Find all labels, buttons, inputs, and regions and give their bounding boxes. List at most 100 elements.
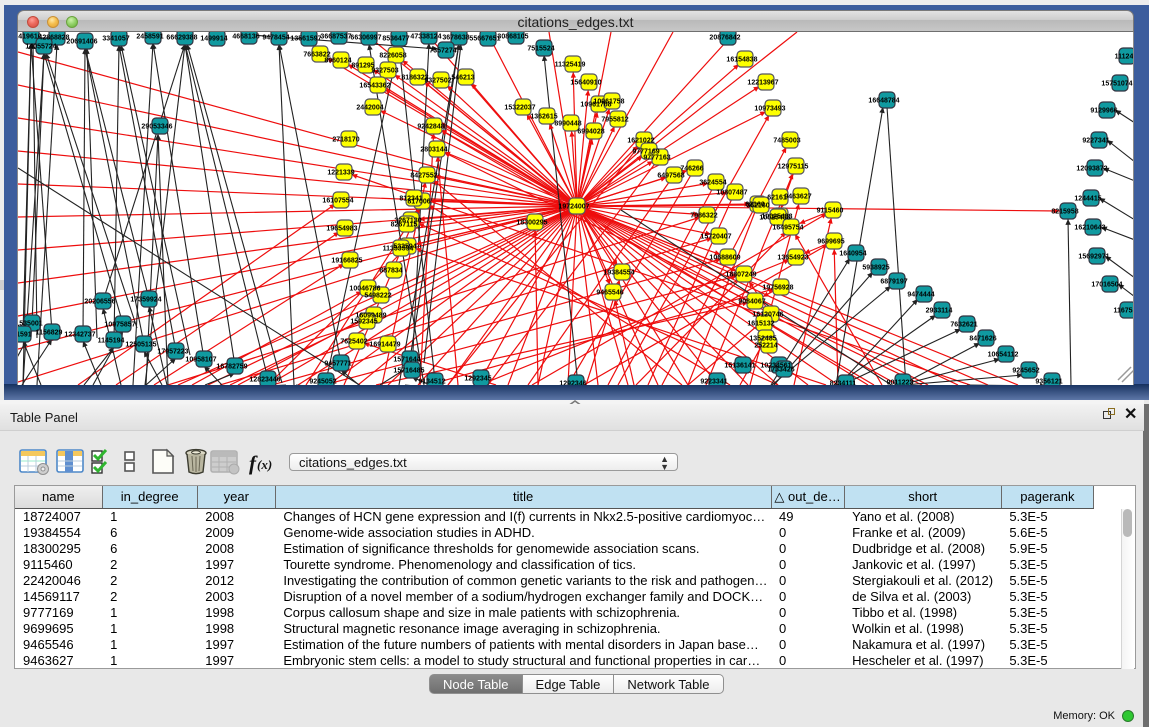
- svg-text:1592345: 1592345: [350, 319, 377, 326]
- svg-text:2933114: 2933114: [926, 308, 953, 315]
- svg-text:15136141: 15136141: [724, 363, 755, 370]
- svg-text:17957223: 17957223: [157, 349, 188, 356]
- svg-text:3341057: 3341057: [102, 36, 129, 43]
- svg-text:2458591: 2458591: [136, 34, 163, 41]
- svg-text:1145194: 1145194: [98, 338, 125, 345]
- svg-text:9011223: 9011223: [887, 380, 914, 386]
- svg-text:15640910: 15640910: [570, 80, 601, 87]
- svg-text:13561597: 13561597: [290, 36, 321, 43]
- svg-text:11353594: 11353594: [383, 246, 414, 253]
- svg-text:9356121: 9356121: [1035, 379, 1062, 386]
- svg-text:9245652: 9245652: [1012, 368, 1039, 375]
- svg-text:18807249: 18807249: [725, 272, 756, 279]
- svg-text:10025438: 10025438: [759, 215, 790, 222]
- svg-text:10807487: 10807487: [716, 190, 747, 197]
- svg-text:10654112: 10654112: [988, 352, 1019, 359]
- svg-text:391591: 391591: [18, 332, 32, 339]
- svg-text:7485003: 7485003: [773, 138, 800, 145]
- svg-text:66306997: 66306997: [350, 35, 381, 42]
- svg-text:19384554: 19384554: [603, 270, 634, 277]
- svg-text:4668136: 4668136: [232, 34, 259, 41]
- svg-text:9699695: 9699695: [817, 239, 844, 246]
- svg-text:7357274: 7357274: [429, 48, 456, 55]
- svg-text:13654923: 13654923: [777, 255, 808, 262]
- svg-text:12093872: 12093872: [1076, 166, 1107, 173]
- svg-text:19756928: 19756928: [762, 285, 793, 292]
- svg-text:8990448: 8990448: [554, 121, 581, 128]
- svg-text:19724007: 19724007: [558, 204, 589, 211]
- svg-text:8226058: 8226058: [379, 53, 406, 60]
- svg-text:9327502: 9327502: [424, 78, 451, 85]
- svg-text:15716485: 15716485: [393, 368, 424, 375]
- svg-text:9129966: 9129966: [1090, 108, 1117, 115]
- svg-text:3678638: 3678638: [442, 35, 469, 42]
- svg-text:2718170: 2718170: [332, 137, 359, 144]
- svg-text:12213967: 12213967: [747, 80, 778, 87]
- svg-text:8536477: 8536477: [382, 36, 409, 43]
- svg-text:887834: 887834: [379, 268, 402, 275]
- svg-text:1621022: 1621022: [627, 138, 654, 145]
- svg-text:9777163: 9777163: [643, 155, 670, 162]
- svg-text:7955812: 7955812: [601, 117, 628, 124]
- svg-text:1221339: 1221339: [327, 170, 354, 177]
- svg-text:16210643: 16210643: [1074, 225, 1105, 232]
- svg-text:11124: 11124: [1115, 54, 1134, 61]
- svg-text:1292345: 1292345: [464, 376, 491, 383]
- svg-text:3624554: 3624554: [699, 180, 726, 187]
- svg-text:11325419: 11325419: [555, 62, 586, 69]
- svg-text:16107554: 16107554: [322, 198, 353, 205]
- svg-text:1352485: 1352485: [749, 336, 776, 343]
- svg-text:1292346: 1292346: [559, 381, 586, 386]
- svg-text:36687537: 36687537: [320, 34, 351, 41]
- svg-text:8267115: 8267115: [391, 222, 418, 229]
- svg-text:1615132: 1615132: [747, 321, 774, 328]
- svg-text:7625402: 7625402: [340, 339, 367, 346]
- svg-text:252214: 252214: [754, 343, 777, 350]
- svg-text:16648784: 16648784: [868, 98, 899, 105]
- svg-text:8471626: 8471626: [969, 336, 996, 343]
- svg-text:16495754: 16495754: [772, 225, 803, 232]
- svg-text:47338124: 47338124: [410, 34, 441, 41]
- svg-text:16154838: 16154838: [726, 57, 757, 64]
- svg-text:17359924: 17359924: [130, 297, 161, 304]
- svg-text:20206556: 20206556: [84, 299, 115, 306]
- svg-text:6879197: 6879197: [880, 279, 907, 286]
- svg-text:19166825: 19166825: [331, 258, 362, 265]
- svg-text:8427552: 8427552: [410, 173, 437, 180]
- svg-text:7986322: 7986322: [690, 213, 717, 220]
- svg-text:15751074: 15751074: [1101, 81, 1132, 88]
- svg-text:812341: 812341: [399, 196, 422, 203]
- svg-text:6994028: 6994028: [577, 129, 604, 136]
- svg-text:12975115: 12975115: [778, 164, 809, 171]
- svg-text:8960124: 8960124: [324, 58, 351, 65]
- svg-text:5938925: 5938925: [862, 265, 889, 272]
- svg-text:12342737: 12342737: [64, 332, 95, 339]
- svg-text:18300295: 18300295: [516, 220, 547, 227]
- svg-text:9223341: 9223341: [700, 379, 727, 386]
- svg-text:9457771: 9457771: [324, 361, 351, 368]
- svg-text:9084067: 9084067: [738, 299, 765, 306]
- svg-text:66629388: 66629388: [166, 35, 197, 42]
- svg-text:1733426: 1733426: [767, 367, 794, 374]
- svg-text:15322037: 15322037: [504, 105, 535, 112]
- svg-text:9227341: 9227341: [1082, 138, 1109, 145]
- svg-text:10973493: 10973493: [754, 106, 785, 113]
- svg-text:16782759: 16782759: [216, 364, 247, 371]
- svg-text:1156829: 1156829: [36, 330, 63, 337]
- svg-text:1499914: 1499914: [200, 36, 227, 43]
- svg-text:16543362: 16543362: [359, 83, 390, 90]
- svg-text:10046786: 10046786: [349, 286, 380, 293]
- svg-text:12823446: 12823446: [249, 377, 280, 384]
- svg-text:1535001: 1535001: [18, 321, 43, 328]
- svg-text:8234111: 8234111: [830, 381, 857, 386]
- svg-text:16914479: 16914479: [369, 342, 400, 349]
- svg-text:9134512: 9134512: [418, 379, 445, 386]
- svg-text:10961758: 10961758: [593, 99, 624, 106]
- svg-text:15720407: 15720407: [700, 234, 731, 241]
- svg-text:15692971: 15692971: [1078, 254, 1109, 261]
- svg-text:9245052: 9245052: [309, 379, 336, 386]
- svg-text:9478454: 9478454: [262, 35, 289, 42]
- svg-text:20876842: 20876842: [709, 35, 740, 42]
- svg-text:10958107: 10958107: [185, 357, 216, 364]
- svg-text:746266: 746266: [680, 166, 703, 173]
